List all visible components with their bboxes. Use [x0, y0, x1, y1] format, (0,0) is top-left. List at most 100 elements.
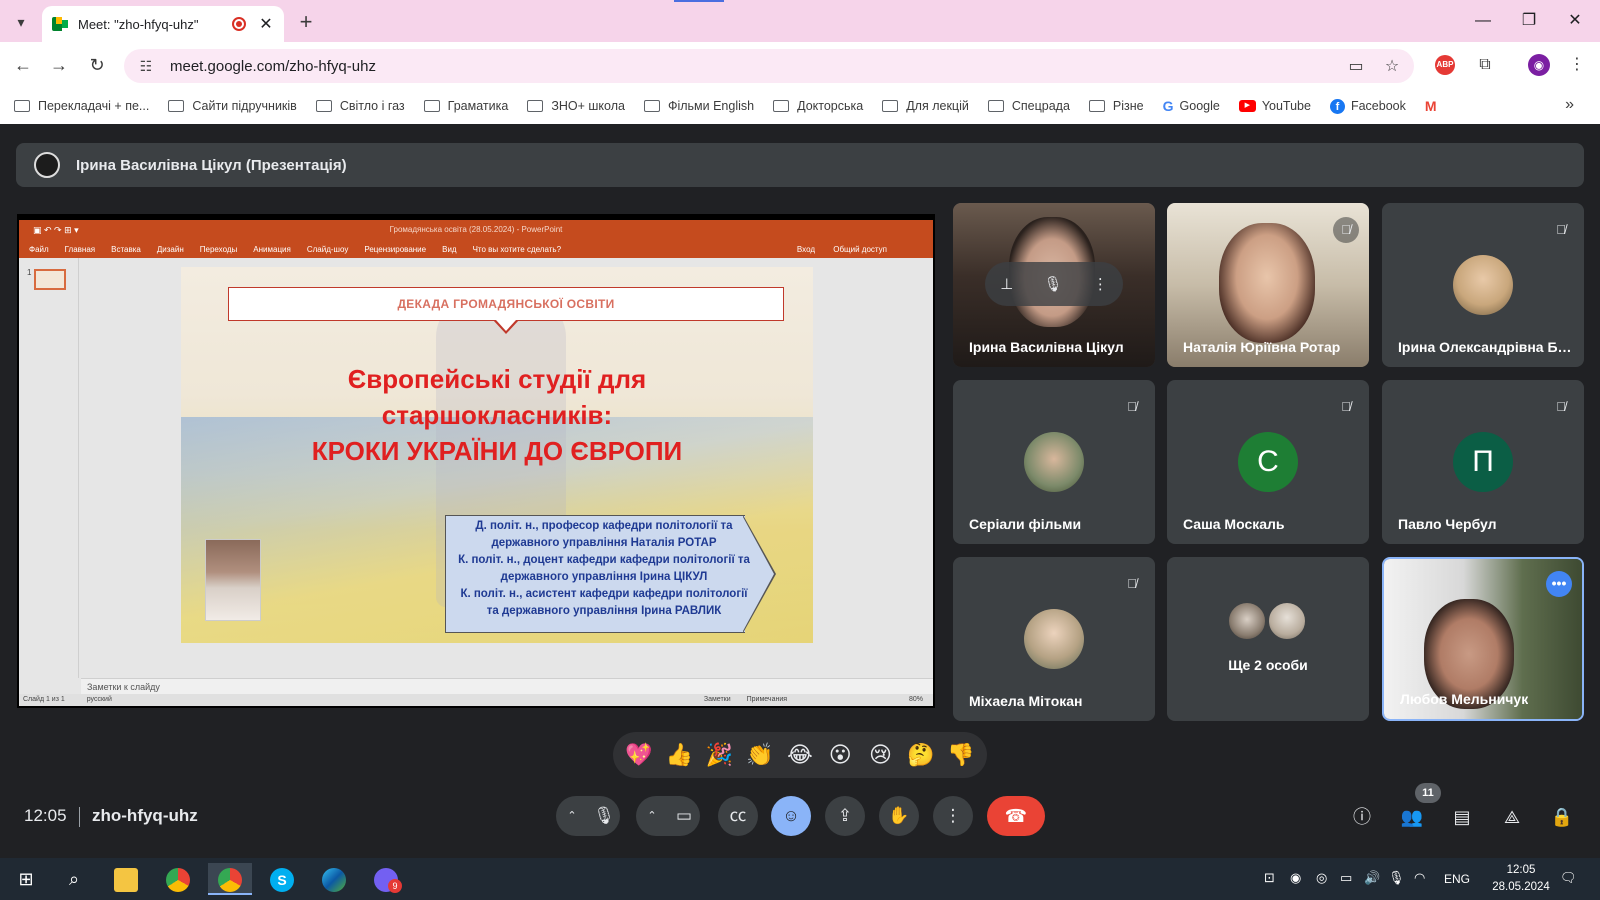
- participant-tile[interactable]: 🎙̸ С Саша Москаль: [1167, 380, 1369, 544]
- windows-start-icon[interactable]: ⊞: [4, 863, 48, 895]
- participant-tile[interactable]: ⊥ 🎙 ⋮ Ірина Василівна Цікул: [953, 203, 1155, 367]
- participant-avatar: [1453, 255, 1513, 315]
- bookmark-folder[interactable]: Різне: [1088, 99, 1144, 113]
- address-bar[interactable]: ☷ meet.google.com/zho-hfyq-uhz ▭ ☆: [124, 49, 1414, 83]
- participant-tile-self[interactable]: ••• Любов Мельничук: [1382, 557, 1584, 721]
- leave-call-button[interactable]: ☎: [987, 796, 1045, 836]
- bookmark-gmail[interactable]: M: [1425, 98, 1437, 114]
- site-info-icon[interactable]: ☷: [136, 58, 156, 75]
- reaction-thumbs-down[interactable]: 👎: [944, 738, 978, 772]
- ppt-ribbon: Файл Главная Вставка Дизайн Переходы Ани…: [19, 240, 933, 258]
- reactions-button[interactable]: ☺: [771, 796, 811, 836]
- captions-button[interactable]: ㏄: [718, 796, 758, 836]
- battery-icon[interactable]: ▭: [1340, 870, 1352, 886]
- present-button[interactable]: ⇪: [825, 796, 865, 836]
- participant-face: [1219, 223, 1315, 343]
- forward-arrow-icon[interactable]: →: [46, 52, 72, 78]
- microphone-icon[interactable]: 🎙: [1044, 275, 1063, 293]
- participant-tile[interactable]: 🎙̸ Серіали фільми: [953, 380, 1155, 544]
- more-options-icon[interactable]: •••: [1546, 571, 1572, 597]
- bookmark-folder[interactable]: Сайти підручників: [168, 99, 297, 113]
- reaction-surprised[interactable]: 😮: [823, 738, 857, 772]
- close-window-icon[interactable]: ✕: [1552, 8, 1598, 34]
- reaction-thinking[interactable]: 🤔: [904, 738, 938, 772]
- authors-text: Д. політ. н., професор кафедри політолог…: [451, 518, 757, 620]
- camera-options-chevron-icon[interactable]: ⌃: [636, 796, 668, 836]
- avast-icon[interactable]: ◉: [1290, 870, 1301, 886]
- activities-icon[interactable]: ⟁: [1497, 802, 1527, 832]
- reaction-thumbs-up[interactable]: 👍: [662, 738, 696, 772]
- wifi-icon[interactable]: ◠: [1414, 870, 1425, 886]
- bookmark-folder[interactable]: Докторська: [773, 99, 863, 113]
- file-explorer-icon[interactable]: [104, 863, 148, 895]
- reaction-laugh[interactable]: 😂: [783, 738, 817, 772]
- chat-icon[interactable]: ▤: [1447, 802, 1477, 832]
- microphone-control[interactable]: ⌃ 🎙: [556, 796, 620, 836]
- back-arrow-icon[interactable]: ←: [10, 52, 36, 78]
- bookmark-youtube[interactable]: ▶ YouTube: [1238, 99, 1311, 113]
- bookmark-folder[interactable]: Фільми English: [643, 99, 754, 113]
- adblock-extension-button[interactable]: ABP: [1432, 52, 1458, 78]
- more-options-button[interactable]: ⋮: [933, 796, 973, 836]
- ppt-tab: Файл: [29, 244, 49, 254]
- reaction-clap[interactable]: 👏: [743, 738, 777, 772]
- camera-control[interactable]: ⌃ ▭: [636, 796, 700, 836]
- bookmark-star-icon[interactable]: ☆: [1378, 56, 1406, 76]
- reaction-sad[interactable]: 😢: [863, 738, 897, 772]
- viber-badge: 9: [388, 879, 402, 893]
- reaction-sparkling-heart[interactable]: 💖: [622, 738, 656, 772]
- taskbar-clock[interactable]: 12:05 28.05.2024: [1488, 862, 1554, 896]
- more-options-icon[interactable]: ⋮: [1093, 275, 1108, 293]
- bookmark-folder[interactable]: Світло і газ: [315, 99, 405, 113]
- new-tab-button[interactable]: +: [294, 9, 318, 35]
- tab-list-chevron-icon[interactable]: ▾: [10, 11, 32, 33]
- extensions-puzzle-icon[interactable]: ⧉: [1472, 52, 1498, 78]
- browser-tab-meet[interactable]: Meet: "zho-hfyq-uhz" ✕: [42, 6, 284, 42]
- bookmark-folder[interactable]: Перекладачі + пе...: [14, 99, 149, 113]
- profile-avatar[interactable]: ◉: [1526, 52, 1552, 78]
- search-icon[interactable]: ⌕: [52, 863, 96, 895]
- bookmark-facebook[interactable]: f Facebook: [1329, 98, 1406, 114]
- edge-icon[interactable]: [312, 863, 356, 895]
- participant-tile[interactable]: 🎙̸ Міхаела Мітокан: [953, 557, 1155, 721]
- participant-tile[interactable]: 🎙̸ Ірина Олександрівна Бондаренко: [1382, 203, 1584, 367]
- viber-icon[interactable]: 9: [364, 863, 408, 895]
- volume-icon[interactable]: 🔊: [1364, 870, 1380, 886]
- meeting-info-icon[interactable]: ⓘ: [1347, 802, 1377, 832]
- bookmark-folder[interactable]: Граматика: [423, 99, 508, 113]
- restore-window-icon[interactable]: ❐: [1506, 8, 1552, 34]
- participant-tile[interactable]: 🎙̸ П Павло Чербул: [1382, 380, 1584, 544]
- pin-icon[interactable]: ⊥: [1000, 275, 1013, 293]
- folder-icon: [315, 100, 332, 112]
- minimize-window-icon[interactable]: —: [1460, 8, 1506, 34]
- bookmark-folder[interactable]: Спецрада: [987, 99, 1070, 113]
- bookmark-folder[interactable]: ЗНО+ школа: [527, 99, 625, 113]
- microphone-icon[interactable]: 🎙: [588, 796, 620, 836]
- url-text[interactable]: meet.google.com/zho-hfyq-uhz: [170, 58, 1342, 75]
- mic-options-chevron-icon[interactable]: ⌃: [556, 796, 588, 836]
- viber-tray-icon[interactable]: ◎: [1316, 870, 1327, 886]
- chrome-profile-icon[interactable]: [208, 863, 252, 895]
- participant-avatar: [1267, 601, 1307, 641]
- participant-tile[interactable]: 🎙̸ Наталія Юріївна Ротар: [1167, 203, 1369, 367]
- host-controls-lock-icon[interactable]: 🔒: [1547, 802, 1577, 832]
- reaction-party[interactable]: 🎉: [703, 738, 737, 772]
- bookmark-google[interactable]: G Google: [1163, 98, 1220, 114]
- skype-icon[interactable]: S: [260, 863, 304, 895]
- raise-hand-button[interactable]: ✋: [879, 796, 919, 836]
- people-icon[interactable]: 👥: [1397, 802, 1427, 832]
- reload-icon[interactable]: ↻: [84, 52, 110, 78]
- bookmark-folder[interactable]: Для лекцій: [882, 99, 969, 113]
- notifications-icon[interactable]: 🗨: [1560, 870, 1577, 886]
- camera-in-use-icon[interactable]: ▭: [1342, 56, 1370, 76]
- screen-share[interactable]: ▣ ↶ ↷ ⊞ ▾ Громадянська освіта (28.05.202…: [17, 214, 935, 708]
- language-indicator[interactable]: ENG: [1444, 872, 1470, 886]
- tab-close-icon[interactable]: ✕: [258, 14, 274, 34]
- camera-icon[interactable]: ▭: [668, 796, 700, 836]
- network-display-icon[interactable]: ⊡: [1264, 870, 1275, 886]
- participant-tile-others[interactable]: Ще 2 особи: [1167, 557, 1369, 721]
- browser-menu-icon[interactable]: ⋮: [1564, 52, 1590, 78]
- chrome-icon[interactable]: [156, 863, 200, 895]
- bookmarks-overflow-icon[interactable]: »: [1565, 96, 1574, 114]
- mic-tray-icon[interactable]: 🎙: [1388, 870, 1405, 886]
